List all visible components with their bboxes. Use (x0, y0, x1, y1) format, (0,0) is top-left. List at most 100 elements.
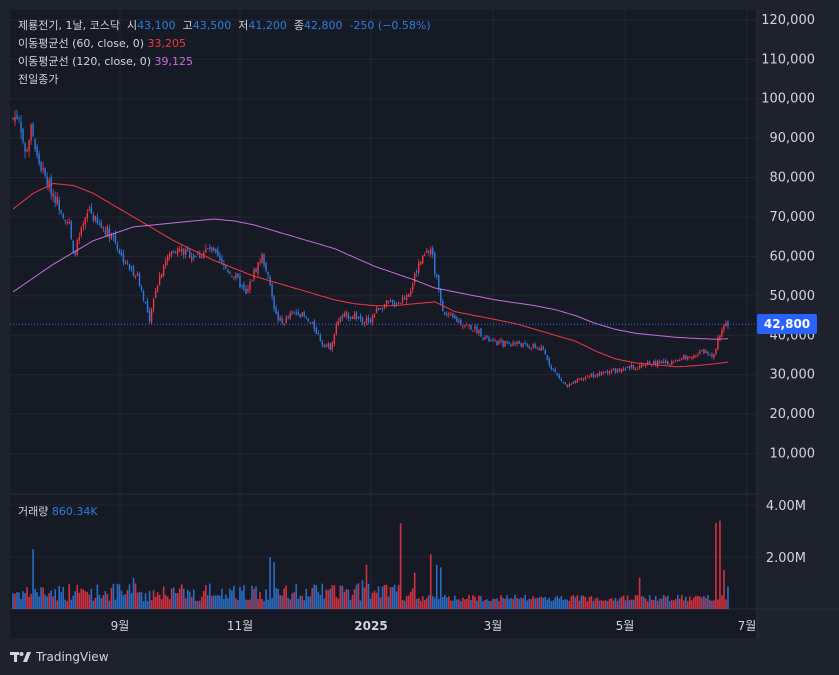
candle-body (610, 370, 613, 372)
volume-bar (618, 598, 621, 609)
candle-body (271, 284, 273, 297)
volume-bar (14, 593, 16, 609)
candle-body (347, 313, 350, 319)
volume-bar (116, 583, 119, 609)
candle-body (510, 344, 512, 346)
volume-bar (542, 597, 545, 609)
candle-body (313, 320, 315, 329)
volume-bar (478, 595, 480, 609)
candle-body (325, 345, 328, 347)
volume-bar (138, 591, 141, 609)
volume-bar (492, 598, 494, 609)
volume-bar (502, 597, 504, 609)
candle-body (285, 317, 287, 324)
volume-bar (182, 588, 185, 609)
volume-bar (466, 598, 468, 609)
volume-bar (38, 596, 40, 609)
volume-bar (512, 598, 514, 609)
volume-bar (488, 600, 490, 609)
candle-body (715, 348, 717, 354)
volume-bar (699, 596, 701, 609)
volume-bar (484, 599, 486, 609)
candle-body (675, 360, 677, 362)
volume-bar (369, 598, 372, 609)
candle-body (108, 228, 111, 238)
candle-body (562, 381, 565, 383)
candle-body (713, 353, 715, 358)
volume-bar (431, 596, 434, 609)
volume-bar (178, 588, 181, 609)
volume-bar (291, 593, 293, 609)
candle-body (150, 308, 153, 323)
candle-body (683, 354, 685, 359)
price-tick-label: 100,000 (761, 92, 815, 107)
volume-bar (670, 599, 673, 609)
volume-tick-label: 2.00M (766, 551, 806, 566)
volume-bar (421, 596, 424, 609)
volume-bar (628, 600, 631, 609)
price-tick-label: 110,000 (761, 52, 815, 67)
candle-body (152, 298, 155, 310)
volume-bar (227, 598, 229, 609)
candle-body (496, 340, 498, 346)
candle-body (622, 368, 625, 370)
time-tick-label: 3월 (484, 619, 503, 633)
candle-body (76, 240, 78, 255)
candle-body (616, 369, 619, 372)
candle-body (673, 360, 675, 363)
candle-body (648, 361, 651, 364)
candle-body (634, 369, 637, 371)
candle-body (618, 368, 621, 372)
volume-bar (644, 598, 647, 609)
volume-bar (154, 596, 157, 609)
volume-bar (283, 588, 285, 609)
ma120-legend[interactable]: 이동평균선 (120, close, 0) 39,125 (18, 53, 431, 71)
plot-background (10, 10, 757, 638)
candle-body (717, 338, 719, 350)
volume-bar (299, 595, 302, 609)
ma120-label: 이동평균선 (120, close, 0) (18, 55, 151, 68)
volume-bar (295, 584, 297, 609)
candle-body (536, 347, 538, 349)
chart-canvas[interactable]: 10,00020,00030,00040,00050,00060,00070,0… (0, 0, 839, 675)
volume-bar (546, 599, 549, 609)
volume-bar (566, 599, 569, 609)
volume-bar (321, 583, 324, 609)
volume-bar (80, 588, 83, 609)
candle-body (134, 276, 137, 278)
volume-label: 거래량 (18, 505, 49, 518)
candle-body (594, 375, 597, 377)
volume-bar (578, 600, 581, 609)
volume-bar (164, 594, 167, 609)
volume-bar (518, 598, 520, 609)
ma60-legend[interactable]: 이동평균선 (60, close, 0) 33,205 (18, 35, 431, 53)
volume-bar (267, 599, 269, 609)
volume-bar (86, 592, 89, 609)
tradingview-logo[interactable]: TradingView (10, 650, 109, 664)
volume-bar (460, 601, 462, 609)
volume-bar (180, 584, 183, 609)
candle-body (50, 176, 52, 195)
volume-bar (28, 596, 30, 609)
volume-bar (18, 592, 20, 609)
change-value: -250 (−0.58%) (349, 19, 431, 32)
volume-bar (464, 599, 466, 609)
volume-bar (156, 592, 159, 609)
volume-bar (685, 596, 687, 609)
candle-body (265, 263, 267, 271)
volume-bar (385, 584, 388, 609)
candle-body (301, 312, 303, 317)
volume-bar (476, 600, 478, 609)
volume-legend[interactable]: 거래량 860.34K (18, 503, 98, 519)
candle-body (170, 251, 173, 255)
prev-close-legend[interactable]: 전일종가 (18, 71, 431, 89)
volume-bar (44, 594, 46, 609)
volume-bar (544, 597, 547, 609)
volume-bar (263, 601, 265, 609)
volume-bar (174, 593, 177, 609)
candle-body (329, 343, 332, 350)
volume-bar (552, 600, 555, 609)
candle-body (506, 341, 508, 344)
volume-bar (379, 597, 382, 609)
volume-bar (46, 596, 48, 609)
